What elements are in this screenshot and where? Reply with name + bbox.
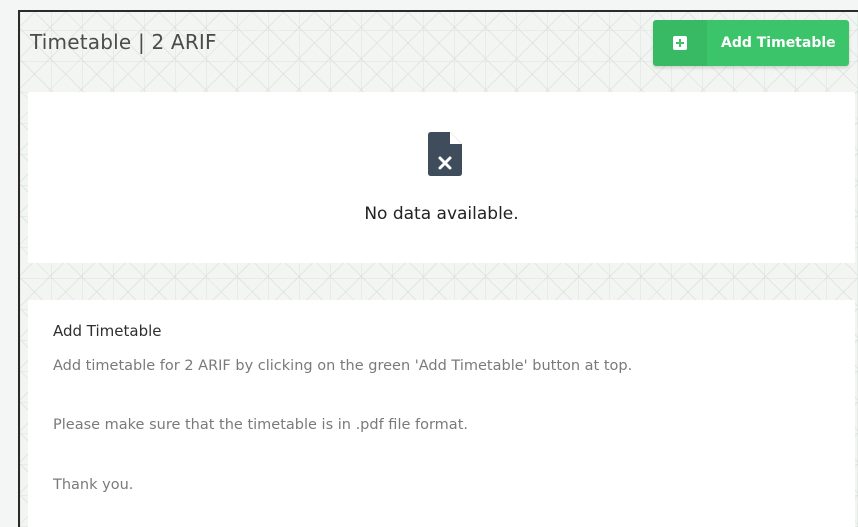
- add-timetable-button[interactable]: Add Timetable: [653, 20, 849, 66]
- timetable-panel: Timetable | 2 ARIF Add Timetable No data: [18, 10, 858, 527]
- file-x-icon: [428, 132, 462, 180]
- instructions-card: Add Timetable Add timetable for 2 ARIF b…: [28, 300, 855, 527]
- instructions-line-2: Please make sure that the timetable is i…: [53, 417, 468, 433]
- page-title: Timetable | 2 ARIF: [30, 30, 217, 54]
- add-timetable-label: Add Timetable: [721, 35, 836, 51]
- instructions-line-1: Add timetable for 2 ARIF by clicking on …: [53, 358, 633, 374]
- plus-square-icon: [653, 20, 707, 66]
- empty-state-card: No data available.: [28, 92, 855, 263]
- page-background: Timetable | 2 ARIF Add Timetable No data: [0, 0, 858, 527]
- instructions-heading: Add Timetable: [53, 322, 162, 340]
- empty-state-message: No data available.: [364, 204, 519, 224]
- instructions-line-3: Thank you.: [53, 477, 134, 493]
